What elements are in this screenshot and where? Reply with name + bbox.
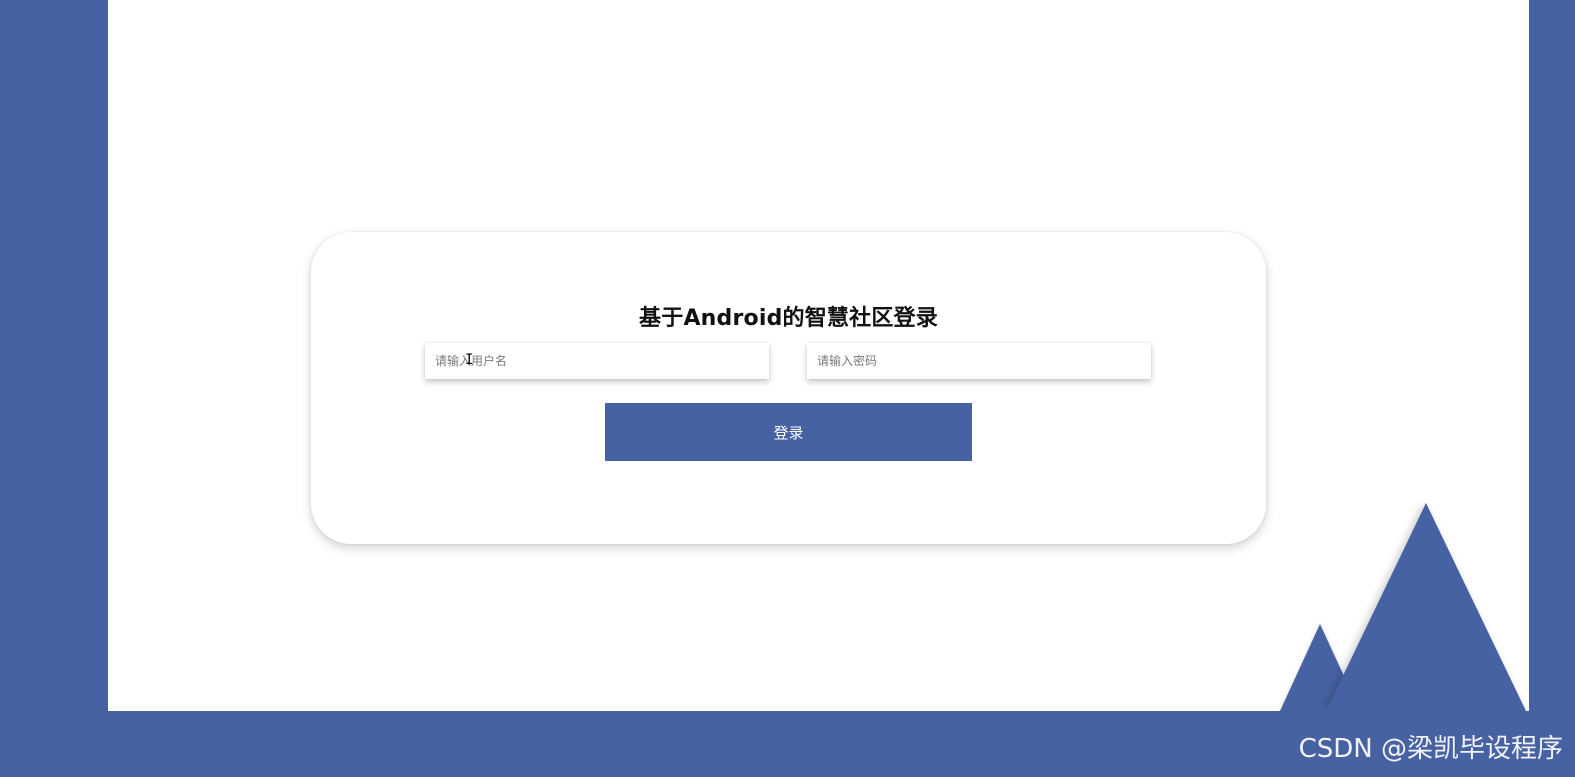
password-field-container [807,343,1151,379]
username-field-container [425,343,769,379]
username-input[interactable] [425,343,769,379]
right-border [1529,0,1575,777]
large-triangle-decoration [1326,503,1526,711]
page-canvas: 基于Android的智慧社区登录 登录 [108,0,1529,711]
login-button[interactable]: 登录 [605,403,972,461]
left-border [0,0,108,777]
page-title: 基于Android的智慧社区登录 [639,306,938,331]
password-input[interactable] [807,343,1151,379]
watermark-text: CSDN @梁凯毕设程序 [1298,734,1563,764]
login-card: 基于Android的智慧社区登录 登录 [311,232,1266,544]
text-cursor-icon: I [465,352,474,368]
